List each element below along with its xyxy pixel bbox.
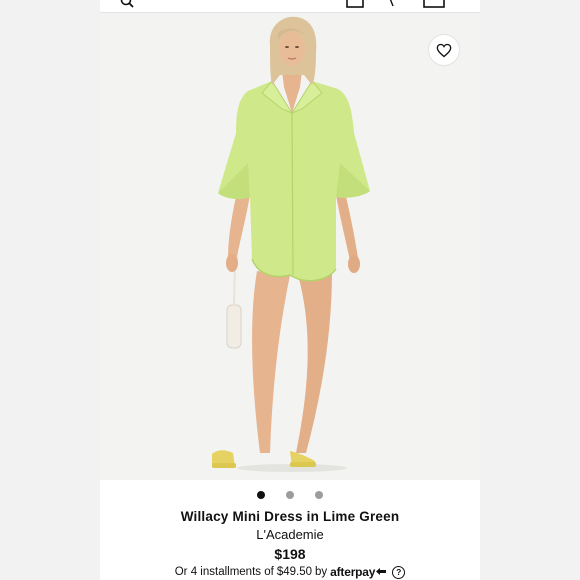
- installment-info: Or 4 installments of $49.50 by afterpay …: [100, 564, 480, 580]
- product-image[interactable]: [100, 13, 480, 480]
- afterpay-logo[interactable]: afterpay: [330, 564, 387, 580]
- model-illustration: [212, 16, 370, 472]
- product-info: Willacy Mini Dress in Lime Green L'Acade…: [100, 508, 480, 580]
- left-background: [0, 0, 100, 580]
- carousel-dots: [100, 490, 480, 500]
- carousel-dot-3[interactable]: [315, 491, 323, 499]
- top-bar: [100, 0, 480, 13]
- product-price: $198: [274, 546, 306, 562]
- installment-amount: $49.50: [276, 566, 312, 578]
- product-brand[interactable]: L'Academie: [100, 526, 480, 544]
- divider-icon: [389, 0, 394, 7]
- wishlist-button[interactable]: [428, 34, 460, 66]
- afterpay-wordmark: afterpay: [330, 565, 376, 579]
- carousel-dot-2[interactable]: [286, 491, 294, 499]
- carousel-dot-1[interactable]: [257, 491, 265, 499]
- afterpay-arrows-icon: [376, 568, 387, 575]
- product-card: Willacy Mini Dress in Lime Green L'Acade…: [100, 0, 480, 580]
- account-icon[interactable]: [346, 0, 364, 8]
- heart-icon: [436, 43, 452, 57]
- question-circle-icon[interactable]: ?: [392, 565, 406, 579]
- search-icon[interactable]: [120, 0, 134, 8]
- installment-prefix: Or 4 installments of: [174, 566, 274, 578]
- installment-by: by: [315, 566, 328, 578]
- bag-icon[interactable]: [423, 0, 445, 8]
- product-name[interactable]: Willacy Mini Dress in Lime Green: [100, 508, 480, 526]
- right-background: [480, 0, 580, 580]
